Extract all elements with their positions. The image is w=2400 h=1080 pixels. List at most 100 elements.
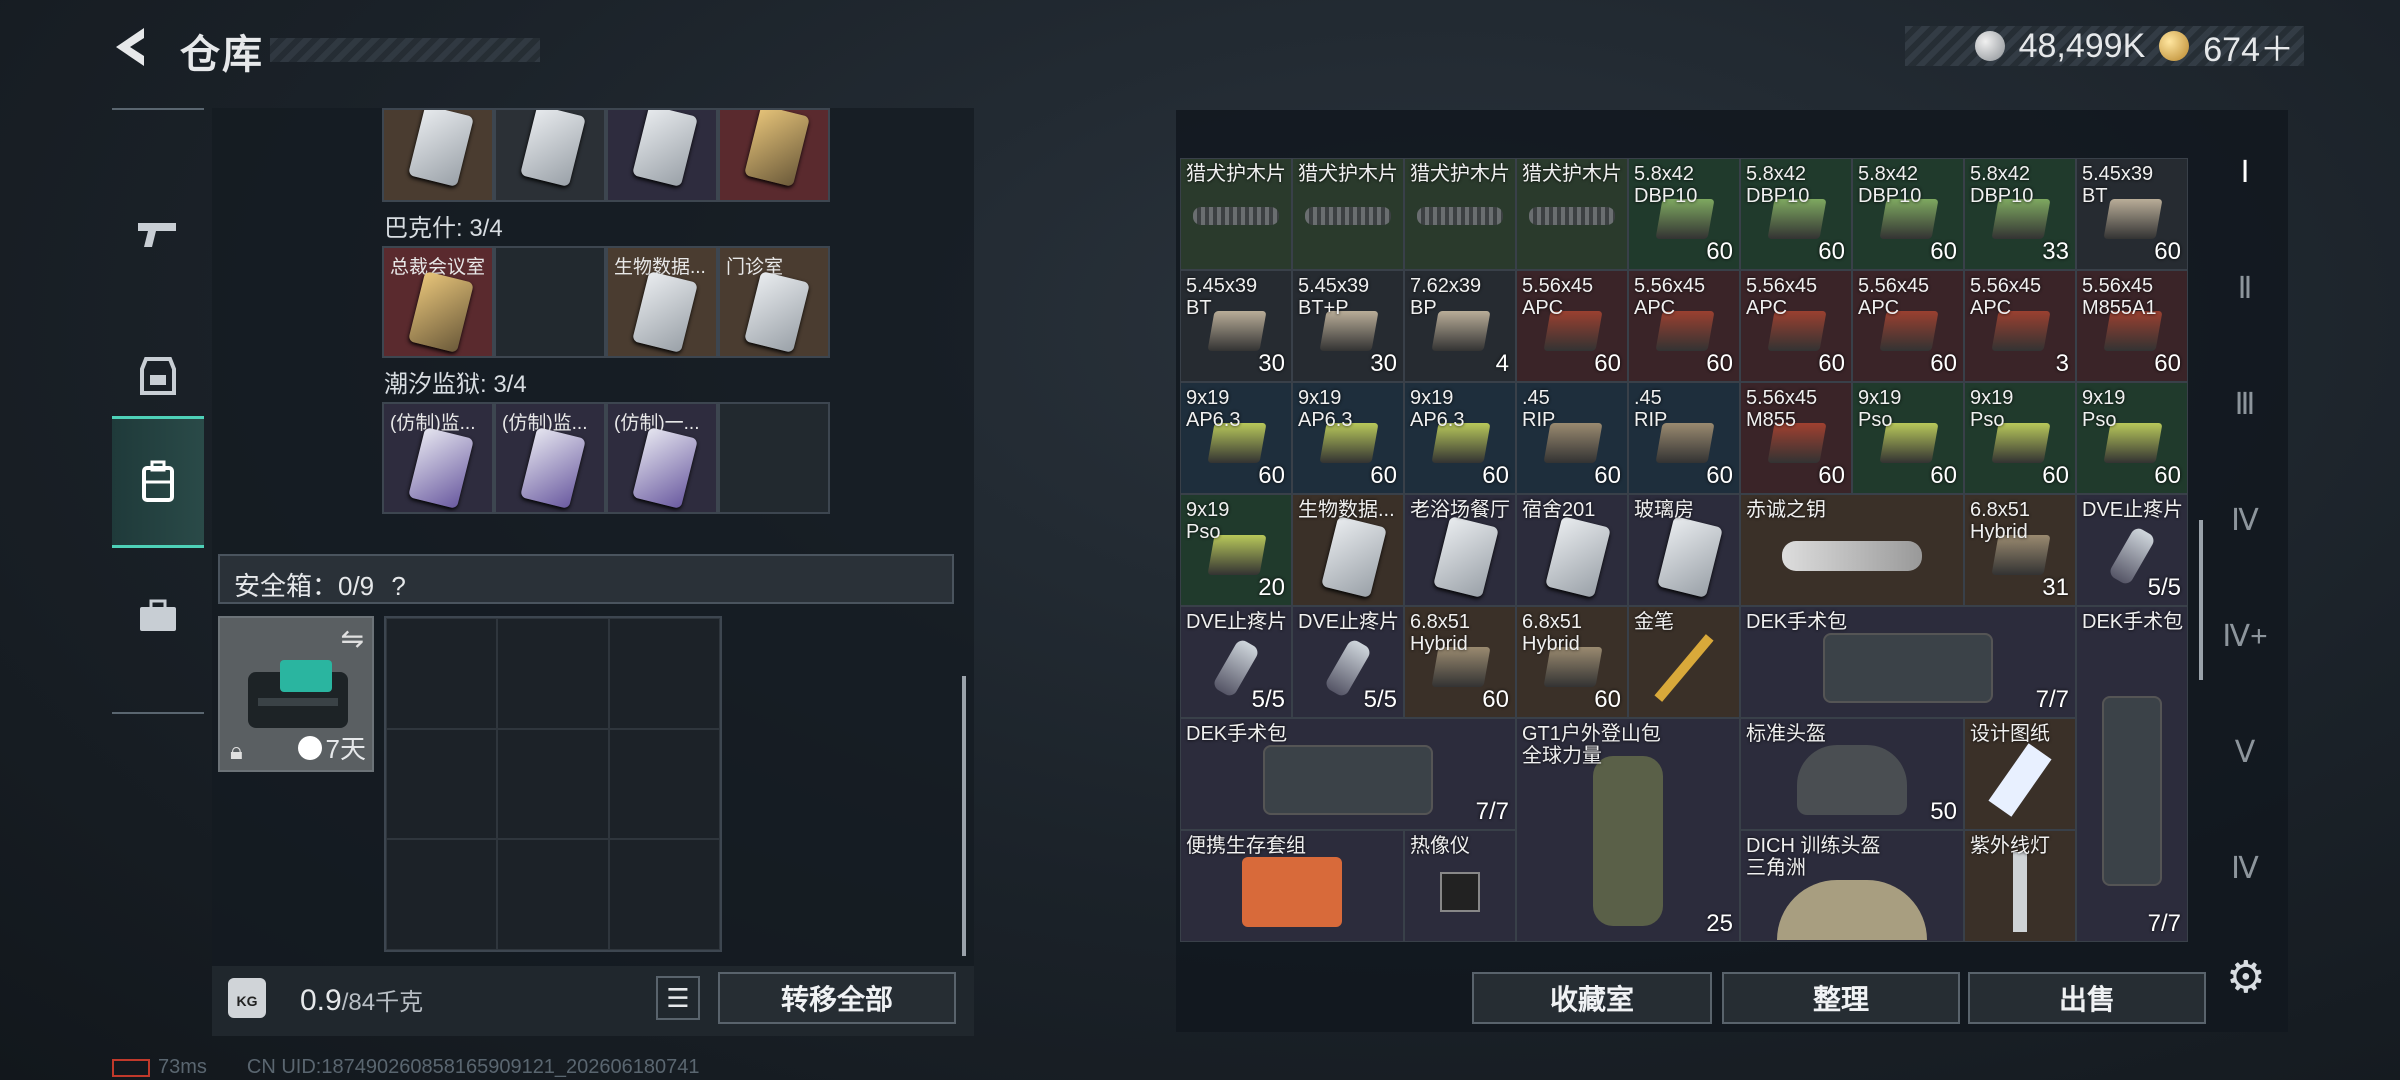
inventory-item[interactable]: 9x19 Pso 60 (2076, 382, 2188, 494)
inventory-item[interactable]: 赤诚之钥 (1740, 494, 1964, 606)
inventory-item[interactable]: 9x19 AP6.3 60 (1404, 382, 1516, 494)
inventory-item[interactable]: 6.8x51 Hybrid 60 (1404, 606, 1516, 718)
keycard-slot[interactable]: (仿制)监... (382, 402, 494, 514)
inventory-item[interactable]: DICH 训练头盔 三角洲 (1740, 830, 1964, 942)
warehouse-tab-icon[interactable]: Ⅰ (2204, 114, 2286, 230)
inventory-item[interactable]: 猎犬护木片 (1516, 158, 1628, 270)
inventory-item[interactable]: DVE止疼片 5/5 (1180, 606, 1292, 718)
safe-slot[interactable] (497, 618, 609, 729)
keycard-slot[interactable]: 总裁会议室 (382, 246, 494, 358)
inventory-item[interactable]: 9x19 AP6.3 60 (1180, 382, 1292, 494)
safe-slot[interactable] (608, 618, 720, 729)
inventory-item[interactable]: 5.56x45 APC 60 (1740, 270, 1852, 382)
blueprint-icon (1988, 742, 2052, 817)
gold-amount[interactable]: 674＋ (2203, 22, 2294, 71)
keycard-slot[interactable]: (仿制)一... (606, 402, 718, 514)
safe-slot[interactable] (608, 728, 720, 840)
inventory-item[interactable]: 5.56x45 M855A1 60 (2076, 270, 2188, 382)
sort-button[interactable]: 整理 (1722, 972, 1960, 1024)
item-name: DICH 训练头盔 三角洲 (1746, 835, 1881, 879)
inventory-item[interactable]: 老浴场餐厅 (1404, 494, 1516, 606)
inventory-item[interactable]: 5.45x39 BT+P 30 (1292, 270, 1404, 382)
inventory-item[interactable]: 9x19 Pso 20 (1180, 494, 1292, 606)
inventory-item[interactable]: 5.8x42 DBP10 60 (1628, 158, 1740, 270)
inventory-item[interactable]: DEK手术包 7/7 (2076, 606, 2188, 942)
inventory-item[interactable]: 9x19 AP6.3 60 (1292, 382, 1404, 494)
safe-slot[interactable] (497, 839, 609, 950)
inventory-item[interactable]: 5.56x45 APC 3 (1964, 270, 2076, 382)
section-prison: 潮汐监狱: 3/4 (384, 371, 527, 398)
warehouse-scrollbar[interactable] (2199, 520, 2203, 680)
item-count: 60 (1482, 462, 1509, 489)
keycard-slot[interactable] (382, 108, 494, 202)
inventory-item[interactable]: 5.56x45 APC 60 (1852, 270, 1964, 382)
safe-slot[interactable] (386, 618, 498, 729)
keycard-slot[interactable] (494, 108, 606, 202)
inventory-item[interactable]: 猎犬护木片 (1404, 158, 1516, 270)
inventory-item[interactable]: 5.8x42 DBP10 33 (1964, 158, 2076, 270)
inventory-item[interactable]: 6.8x51 Hybrid 60 (1516, 606, 1628, 718)
inventory-item[interactable]: 标准头盔 50 (1740, 718, 1964, 830)
safe-slot[interactable] (386, 839, 498, 950)
safe-slot[interactable] (497, 728, 609, 840)
inventory-item[interactable]: 便携生存套组 (1180, 830, 1404, 942)
safe-slot[interactable] (608, 839, 720, 950)
inventory-item[interactable]: .45 RIP 60 (1628, 382, 1740, 494)
safe-box-item[interactable]: ⇋ 🔒︎ 7天 (218, 616, 374, 772)
left-scrollbar[interactable] (962, 676, 966, 956)
weapon-icon[interactable] (112, 168, 204, 300)
inventory-item[interactable]: 9x19 Pso 60 (1852, 382, 1964, 494)
inventory-item[interactable]: DVE止疼片 5/5 (2076, 494, 2188, 606)
keycard-slot[interactable]: (仿制)监... (494, 402, 606, 514)
inventory-item[interactable]: 5.45x39 BT 60 (2076, 158, 2188, 270)
backpack-icon[interactable] (112, 416, 204, 548)
inventory-item[interactable]: 金笔 (1628, 606, 1740, 718)
inventory-item[interactable]: 玻璃房 (1628, 494, 1740, 606)
inventory-item[interactable]: 热像仪 (1404, 830, 1516, 942)
transfer-all-button[interactable]: 转移全部 (718, 972, 956, 1024)
list-view-icon[interactable]: ☰ (656, 976, 700, 1020)
inventory-item[interactable]: 6.8x51 Hybrid 31 (1964, 494, 2076, 606)
warehouse-tab-icon[interactable]: Ⅲ (2204, 346, 2286, 462)
warehouse-tab-icon[interactable]: Ⅳ (2204, 810, 2286, 926)
empty-slot[interactable] (718, 402, 830, 514)
keycard-slot[interactable] (718, 108, 830, 202)
safe-slot[interactable] (386, 728, 498, 840)
inventory-item[interactable]: DEK手术包 7/7 (1740, 606, 2076, 718)
inventory-item[interactable]: 猎犬护木片 (1292, 158, 1404, 270)
inventory-item[interactable]: DEK手术包 7/7 (1180, 718, 1516, 830)
warehouse-tab-icon[interactable]: Ⅴ (2204, 694, 2286, 810)
inventory-item[interactable]: 5.8x42 DBP10 60 (1852, 158, 1964, 270)
empty-slot[interactable] (494, 246, 606, 358)
inventory-item[interactable]: 紫外线灯 (1964, 830, 2076, 942)
keycard-slot[interactable]: 门诊室 (718, 246, 830, 358)
inventory-item[interactable]: 5.8x42 DBP10 60 (1740, 158, 1852, 270)
inventory-item[interactable]: 5.56x45 M855 60 (1740, 382, 1852, 494)
inventory-item[interactable]: 5.56x45 APC 60 (1628, 270, 1740, 382)
inventory-item[interactable]: 9x19 Pso 60 (1964, 382, 2076, 494)
warehouse-tab-icon[interactable]: Ⅱ (2204, 230, 2286, 346)
inventory-item[interactable]: 5.45x39 BT 30 (1180, 270, 1292, 382)
inventory-item[interactable]: GT1户外登山包 全球力量 25 (1516, 718, 1740, 942)
inventory-item[interactable]: 5.56x45 APC 60 (1516, 270, 1628, 382)
keycard-slot[interactable] (606, 108, 718, 202)
warehouse-tab-icon[interactable]: Ⅳ (2204, 462, 2286, 578)
sell-button[interactable]: 出售 (1968, 972, 2206, 1024)
toolbox-icon[interactable] (112, 550, 204, 682)
back-arrow-icon[interactable] (110, 24, 154, 70)
inventory-item[interactable]: 7.62x39 BP 4 (1404, 270, 1516, 382)
keycard-slot[interactable]: 生物数据... (606, 246, 718, 358)
inventory-item[interactable]: 生物数据... (1292, 494, 1404, 606)
item-name: 5.8x42 DBP10 (1970, 163, 2034, 207)
collection-room-button[interactable]: 收藏室 (1472, 972, 1712, 1024)
settings-gear-icon[interactable]: ⚙ (2226, 952, 2265, 1003)
inventory-item[interactable]: 宿舍201 (1516, 494, 1628, 606)
item-count: 60 (1930, 462, 1957, 489)
inventory-item[interactable]: 猎犬护木片 (1180, 158, 1292, 270)
inventory-item[interactable]: 设计图纸 (1964, 718, 2076, 830)
help-icon[interactable]: ? (391, 571, 405, 601)
inventory-item[interactable]: DVE止疼片 5/5 (1292, 606, 1404, 718)
swap-icon[interactable]: ⇋ (341, 622, 364, 655)
warehouse-tab-icon[interactable]: Ⅳ+ (2204, 578, 2286, 694)
inventory-item[interactable]: .45 RIP 60 (1516, 382, 1628, 494)
